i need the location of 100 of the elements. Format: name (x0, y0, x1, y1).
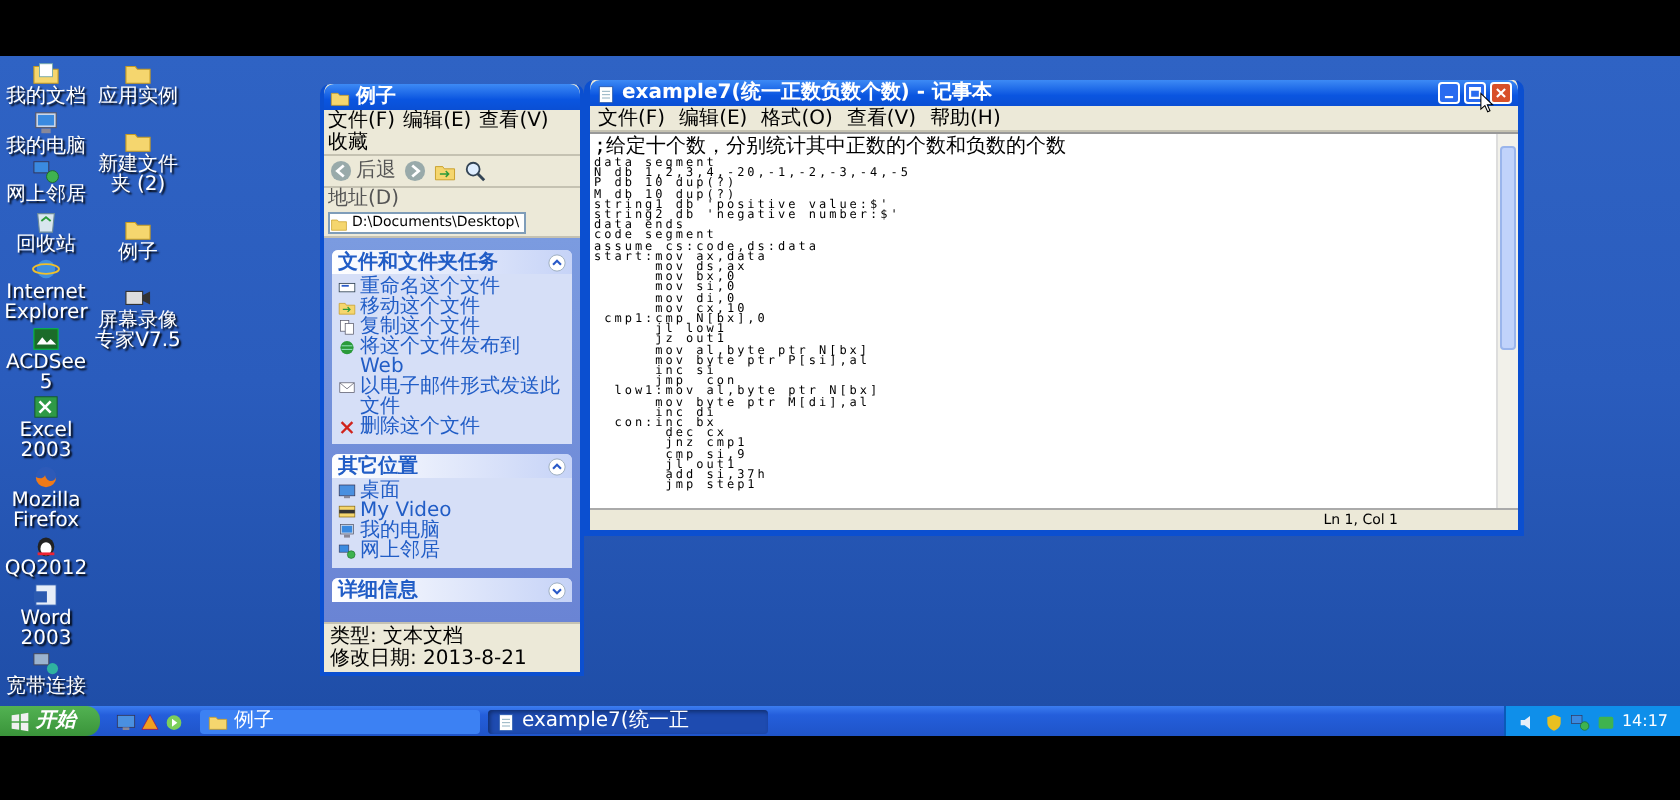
move-folder-icon (434, 160, 456, 182)
panel-header[interactable]: 详细信息 (332, 578, 572, 602)
menu-item[interactable]: 编辑(E) (403, 110, 472, 132)
panel-header[interactable]: 其它位置 (332, 454, 572, 478)
globe-icon (32, 256, 60, 282)
globe-icon (338, 338, 356, 356)
word-document-icon (32, 581, 60, 607)
up-folder-button[interactable] (434, 160, 456, 182)
desktop-shortcut[interactable]: 我的电脑 (0, 109, 92, 157)
folder-icon (330, 87, 350, 107)
status-text: 修改日期: 2013-8-21 (330, 648, 527, 670)
delete-icon (338, 418, 356, 436)
quick-launch-button[interactable] (164, 711, 184, 731)
menu-item[interactable]: 文件(F) (328, 110, 396, 132)
forward-button[interactable] (404, 160, 426, 182)
desktop-shortcut[interactable]: 网上邻居 (0, 158, 92, 206)
menu-item[interactable]: 编辑(E) (679, 107, 748, 129)
desktop-shortcut[interactable]: Word 2003 (0, 581, 92, 649)
address-label: 地址(D) (328, 188, 400, 210)
folder-icon (208, 711, 228, 731)
task-link[interactable]: 桌面 (338, 482, 568, 502)
warning-icon (140, 711, 160, 731)
notepad-icon (596, 83, 616, 103)
task-link[interactable]: 重命名这个文件 (338, 278, 568, 298)
network-icon[interactable] (1569, 711, 1590, 731)
window-title: 例子 (356, 86, 396, 108)
quick-launch-button[interactable] (140, 711, 160, 731)
folder-icon (330, 215, 348, 231)
notepad-icon (496, 711, 516, 731)
desktop-shortcut[interactable]: 宽带连接 (0, 650, 92, 698)
menu-item[interactable]: 查看(V) (846, 107, 917, 129)
maximize-icon (1466, 84, 1484, 102)
task-link[interactable]: My Video (338, 502, 568, 522)
panel-title: 文件和文件夹任务 (338, 251, 498, 273)
quick-launch-button[interactable] (116, 711, 136, 731)
monitor-icon (338, 522, 356, 540)
photo-viewer-icon (32, 325, 60, 351)
taskbar-button[interactable]: example7(统一正 (488, 709, 768, 733)
task-link[interactable]: 删除这个文件 (338, 418, 568, 438)
scrollbar[interactable] (1496, 134, 1518, 508)
task-link[interactable]: 移动这个文件 (338, 298, 568, 318)
scrollbar-thumb[interactable] (1500, 146, 1516, 350)
shield-icon[interactable] (1543, 711, 1564, 731)
move-folder-icon (338, 298, 356, 316)
back-button[interactable]: 后退 (330, 160, 396, 182)
mouse-pointer-icon (1480, 92, 1494, 114)
recycle-bin-icon (32, 207, 60, 233)
folder-icon (124, 60, 152, 86)
desktop-shortcut[interactable]: 应用实例 (92, 60, 184, 108)
window-title: example7(统一正数负数个数) - 记事本 (622, 82, 992, 104)
search-button[interactable] (464, 160, 486, 182)
collapse-icon[interactable] (548, 457, 566, 475)
menu-item[interactable]: 查看(V) (479, 110, 549, 132)
close-icon (1492, 84, 1510, 102)
desktop-icon (116, 711, 136, 731)
start-button[interactable]: 开始 (0, 706, 100, 736)
copy-icon (338, 318, 356, 336)
minimize-button[interactable] (1438, 82, 1460, 104)
envelope-icon (338, 378, 356, 396)
windows-flag-icon (10, 711, 30, 731)
menu-item[interactable]: 帮助(H) (930, 107, 1001, 129)
close-button[interactable] (1490, 82, 1512, 104)
status-text: 类型: 文本文档 (330, 626, 464, 648)
desktop-shortcut[interactable]: 回收站 (0, 207, 92, 255)
folder-icon (124, 216, 152, 242)
menu-item[interactable]: 文件(F) (598, 107, 666, 129)
desktop-shortcut[interactable]: 例子 (92, 216, 184, 264)
desktop-shortcut[interactable]: Excel 2003 (0, 394, 92, 462)
monitor-icon (32, 109, 60, 135)
task-link[interactable]: 将这个文件发布到 Web (338, 338, 568, 378)
fox-globe-icon (32, 463, 60, 489)
desktop-shortcut[interactable]: Mozilla Firefox (0, 463, 92, 531)
task-link[interactable]: 复制这个文件 (338, 318, 568, 338)
taskbar-button[interactable]: 例子 (200, 709, 480, 733)
menu-item[interactable]: 格式(O) (761, 107, 833, 129)
search-icon (464, 160, 486, 182)
media-player-icon (164, 711, 184, 731)
panel-title: 其它位置 (338, 455, 418, 477)
task-link[interactable]: 我的电脑 (338, 522, 568, 542)
folder-icon (124, 128, 152, 154)
clock: 14:17 (1621, 711, 1668, 731)
spreadsheet-icon (32, 394, 60, 420)
rename-icon (338, 278, 356, 296)
desktop-shortcut[interactable]: QQ2012 (0, 532, 92, 580)
penguin-icon (32, 532, 60, 558)
desktop-shortcut[interactable]: 屏幕录像专家V7.5 (92, 284, 184, 352)
panel-header[interactable]: 文件和文件夹任务 (332, 250, 572, 274)
desktop-shortcut[interactable]: 新建文件夹 (2) (92, 128, 184, 196)
task-link[interactable]: 以电子邮件形式发送此文件 (338, 378, 568, 418)
desktop-shortcut[interactable]: 我的文档 (0, 60, 92, 108)
desktop-shortcut[interactable]: Internet Explorer (0, 256, 92, 324)
collapse-icon[interactable] (548, 253, 566, 271)
network-icon (338, 542, 356, 560)
menu-item[interactable]: 收藏 (328, 132, 368, 154)
document-folder-icon (32, 60, 60, 86)
desktop-icon (338, 482, 356, 500)
expand-icon[interactable] (548, 581, 566, 599)
film-folder-icon (338, 502, 356, 520)
task-link[interactable]: 网上邻居 (338, 542, 568, 562)
desktop-shortcut[interactable]: ACDSee5 (0, 325, 92, 393)
